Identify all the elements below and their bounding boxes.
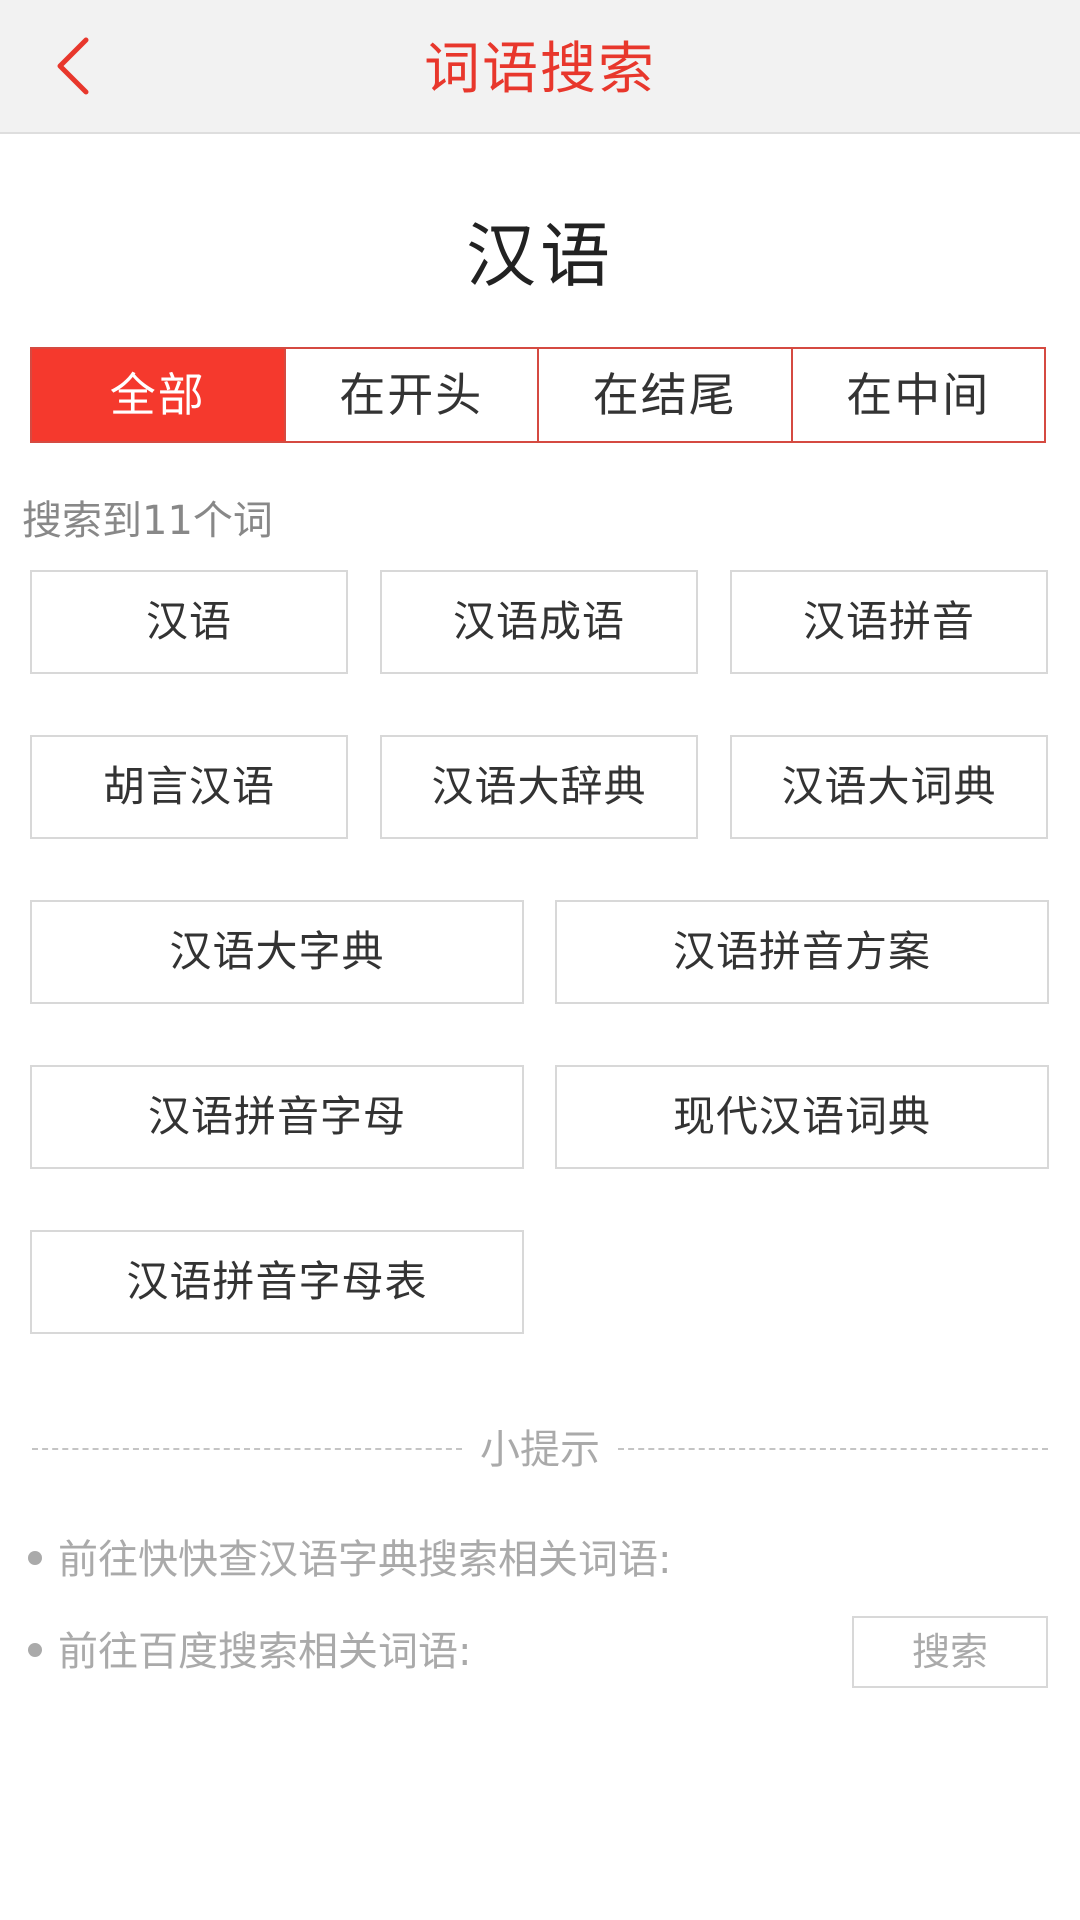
page-title: 词语搜索	[424, 37, 656, 102]
tab-all[interactable]: 全部	[32, 349, 286, 441]
position-filter-tabs: 全部 在开头 在结尾 在中间	[30, 347, 1046, 443]
word-item[interactable]: 汉语成语	[380, 570, 698, 674]
word-item[interactable]: 汉语拼音	[730, 570, 1048, 674]
bullet-icon	[28, 1643, 42, 1657]
word-item[interactable]: 现代汉语词典	[555, 1065, 1049, 1169]
word-item[interactable]: 汉语拼音字母表	[30, 1230, 524, 1334]
baidu-search-button[interactable]: 搜索	[852, 1616, 1048, 1688]
app-header: 词语搜索	[0, 0, 1080, 134]
word-item[interactable]: 汉语大字典	[30, 900, 524, 1004]
word-item[interactable]: 胡言汉语	[30, 735, 348, 839]
tab-at-end[interactable]: 在结尾	[539, 349, 793, 441]
word-item[interactable]: 汉语拼音方案	[555, 900, 1049, 1004]
tab-in-middle[interactable]: 在中间	[793, 349, 1045, 441]
tip-kuaikuaicha-link[interactable]: 前往快快查汉语字典搜索相关词语:	[28, 1530, 671, 1590]
search-keyword: 汉语	[466, 215, 614, 297]
tip-text: 前往快快查汉语字典搜索相关词语:	[58, 1537, 672, 1583]
word-item[interactable]: 汉语大辞典	[380, 735, 698, 839]
tip-text: 前往百度搜索相关词语:	[58, 1629, 472, 1675]
result-count: 搜索到11个词	[22, 498, 273, 544]
word-item[interactable]: 汉语拼音字母	[30, 1065, 524, 1169]
bullet-icon	[28, 1551, 42, 1565]
tab-at-start[interactable]: 在开头	[286, 349, 539, 441]
tips-title: 小提示	[480, 1427, 600, 1473]
tip-baidu-link: 前往百度搜索相关词语:	[28, 1622, 471, 1682]
dashed-divider-right	[618, 1448, 1048, 1450]
word-item[interactable]: 汉语大词典	[730, 735, 1048, 839]
tips-divider: 小提示	[32, 1420, 1048, 1480]
word-item[interactable]: 汉语	[30, 570, 348, 674]
